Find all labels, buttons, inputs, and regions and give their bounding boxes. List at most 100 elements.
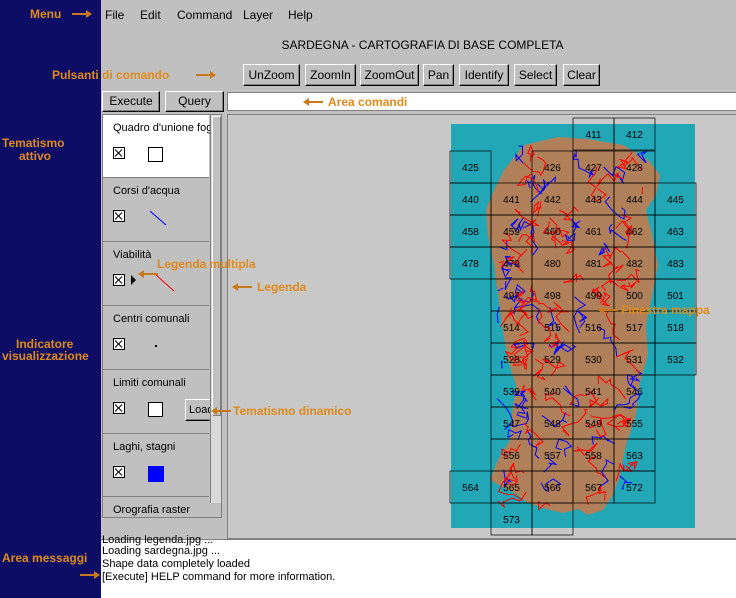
expand-triangle-icon[interactable] bbox=[131, 275, 136, 285]
map-sheet-label: 539 bbox=[503, 387, 520, 398]
map-sheet-label: 541 bbox=[585, 387, 602, 398]
map-sheet-label: 462 bbox=[626, 227, 643, 238]
map-sheet-label: 529 bbox=[544, 355, 561, 366]
map-sheet-label: 567 bbox=[585, 483, 602, 494]
message-line: Loading sardegna.jpg ... bbox=[102, 545, 221, 557]
map-sheet-label: 479 bbox=[503, 259, 520, 270]
arrow-left-icon bbox=[303, 98, 323, 106]
message-area: Loading legenda.jpg ... Loading sardegna… bbox=[101, 534, 736, 598]
arrow-left-icon bbox=[598, 306, 618, 314]
message-area-annotation: Area messaggi bbox=[2, 551, 88, 565]
menu-layer[interactable]: Layer bbox=[243, 8, 273, 22]
arrow-left-icon bbox=[232, 283, 252, 291]
legend-item-laghi[interactable]: Laghi, stagni bbox=[103, 434, 209, 497]
map-sheet-label: 461 bbox=[585, 227, 602, 238]
map-sheet-label: 565 bbox=[503, 483, 520, 494]
map-sheet-label: 442 bbox=[544, 195, 561, 206]
menu-command[interactable]: Command bbox=[177, 8, 232, 22]
map-sheet-label: 482 bbox=[626, 259, 643, 270]
execute-button[interactable]: Execute bbox=[102, 91, 160, 112]
legend-annotation: Legenda bbox=[257, 280, 307, 294]
map-window-annotation: Finestra mappa bbox=[621, 303, 710, 317]
map-sheet-label: 518 bbox=[667, 323, 684, 334]
legend-item-orografia[interactable]: Orografia raster bbox=[103, 497, 209, 517]
map-sheet-label: 528 bbox=[503, 355, 520, 366]
legend-vertical-scrollbar[interactable] bbox=[210, 115, 221, 503]
map-sheet-label: 428 bbox=[626, 163, 643, 174]
application-window: File Edit Command Layer Help SARDEGNA - … bbox=[101, 0, 736, 598]
map-sheet-label: 515 bbox=[544, 323, 561, 334]
annotation-panel: Menu Tematismo attivo Indicatore visuali… bbox=[0, 0, 101, 598]
menu-file[interactable]: File bbox=[105, 8, 124, 22]
visibility-checkbox[interactable] bbox=[113, 338, 125, 350]
map-sheet-label: 555 bbox=[626, 419, 643, 430]
map-sheet-label: 499 bbox=[585, 291, 602, 302]
map-canvas[interactable]: 411 412 425 426 427 428 440 441 442 443 444 445 458 4… bbox=[228, 115, 736, 540]
pan-button[interactable]: Pan bbox=[423, 64, 454, 86]
legend-item-corsi[interactable]: Corsi d'acqua bbox=[103, 178, 209, 242]
visibility-checkbox[interactable] bbox=[113, 466, 125, 478]
map-sheet-label: 459 bbox=[503, 227, 520, 238]
clear-button[interactable]: Clear bbox=[563, 64, 600, 86]
menu-edit[interactable]: Edit bbox=[140, 8, 161, 22]
visibility-checkbox[interactable] bbox=[113, 402, 125, 414]
map-sheet-label: 444 bbox=[626, 195, 643, 206]
point-icon bbox=[155, 345, 157, 347]
legend-item-quadro[interactable]: Quadro d'unione fogli bbox=[103, 115, 217, 178]
map-sheet-label: 556 bbox=[503, 451, 520, 462]
unzoom-button[interactable]: UnZoom bbox=[243, 64, 300, 86]
map-sheet-label: 483 bbox=[667, 259, 684, 270]
command-buttons-annotation: Pulsanti di comando bbox=[52, 68, 170, 82]
map-sheet-label: 558 bbox=[585, 451, 602, 462]
legend-item-label: Orografia raster bbox=[113, 504, 191, 516]
command-area-annotation: Area comandi bbox=[328, 95, 408, 109]
map-sheet-label: 531 bbox=[626, 355, 643, 366]
arrow-right-icon bbox=[196, 71, 216, 79]
select-button[interactable]: Select bbox=[514, 64, 557, 86]
legend-item-label: Laghi, stagni bbox=[113, 441, 176, 453]
active-theme-annotation-2: attivo bbox=[19, 149, 52, 163]
arrow-right-icon bbox=[80, 571, 100, 579]
zoomin-button[interactable]: ZoomIn bbox=[305, 64, 356, 86]
outline-square-icon bbox=[148, 402, 163, 417]
active-theme-annotation: Tematismo bbox=[2, 136, 65, 150]
legend-item-label: Limiti comunali bbox=[113, 377, 186, 389]
arrow-right-icon bbox=[72, 10, 92, 18]
zoomout-button[interactable]: ZoomOut bbox=[360, 64, 419, 86]
dynamic-theme-annotation: Tematismo dinamico bbox=[233, 404, 352, 418]
visibility-checkbox[interactable] bbox=[113, 274, 125, 286]
river-line-icon bbox=[149, 210, 167, 226]
map-sheet-label: 498 bbox=[544, 291, 561, 302]
legend-item-label: Quadro d'unione fogli bbox=[113, 122, 218, 134]
legend-item-centri[interactable]: Centri comunali bbox=[103, 306, 209, 370]
map-sheet-label: 540 bbox=[544, 387, 561, 398]
map-sheet-label: 563 bbox=[626, 451, 643, 462]
map-sheet-label: 572 bbox=[626, 483, 643, 494]
map-sheet-label: 427 bbox=[585, 163, 602, 174]
visibility-checkbox[interactable] bbox=[113, 147, 125, 159]
query-button[interactable]: Query bbox=[165, 91, 224, 112]
identify-button[interactable]: Identify bbox=[459, 64, 509, 86]
filled-square-icon bbox=[148, 466, 164, 482]
map-sheet-label: 517 bbox=[626, 323, 643, 334]
legend-item-limiti[interactable]: Limiti comunali Load bbox=[103, 370, 215, 434]
arrow-left-icon bbox=[138, 270, 158, 278]
map-title: SARDEGNA - CARTOGRAFIA DI BASE COMPLETA bbox=[281, 38, 564, 52]
message-line: [Execute] HELP command for more informat… bbox=[102, 571, 336, 583]
map-sheet-label: 547 bbox=[503, 419, 520, 430]
map-sheet-label: 426 bbox=[544, 163, 561, 174]
arrow-left-icon bbox=[211, 407, 231, 415]
map-sheet-label: 530 bbox=[585, 355, 602, 366]
visibility-indicator-annotation-2: visualizzazione bbox=[2, 349, 89, 363]
menu-help[interactable]: Help bbox=[288, 8, 313, 22]
map-sheet-label: 443 bbox=[585, 195, 602, 206]
visibility-checkbox[interactable] bbox=[113, 210, 125, 222]
map-sheet-label: 546 bbox=[626, 387, 643, 398]
legend-item-label: Viabilità bbox=[113, 249, 152, 261]
legend-item-label: Corsi d'acqua bbox=[113, 185, 180, 197]
map-sheet-label: 460 bbox=[544, 227, 561, 238]
outline-square-icon bbox=[148, 147, 163, 162]
map-sheet-label: 440 bbox=[462, 195, 479, 206]
map-sheet-label: 548 bbox=[544, 419, 561, 430]
map-window[interactable]: 411 412 425 426 427 428 440 441 442 443 444 445 458 4… bbox=[227, 114, 736, 539]
